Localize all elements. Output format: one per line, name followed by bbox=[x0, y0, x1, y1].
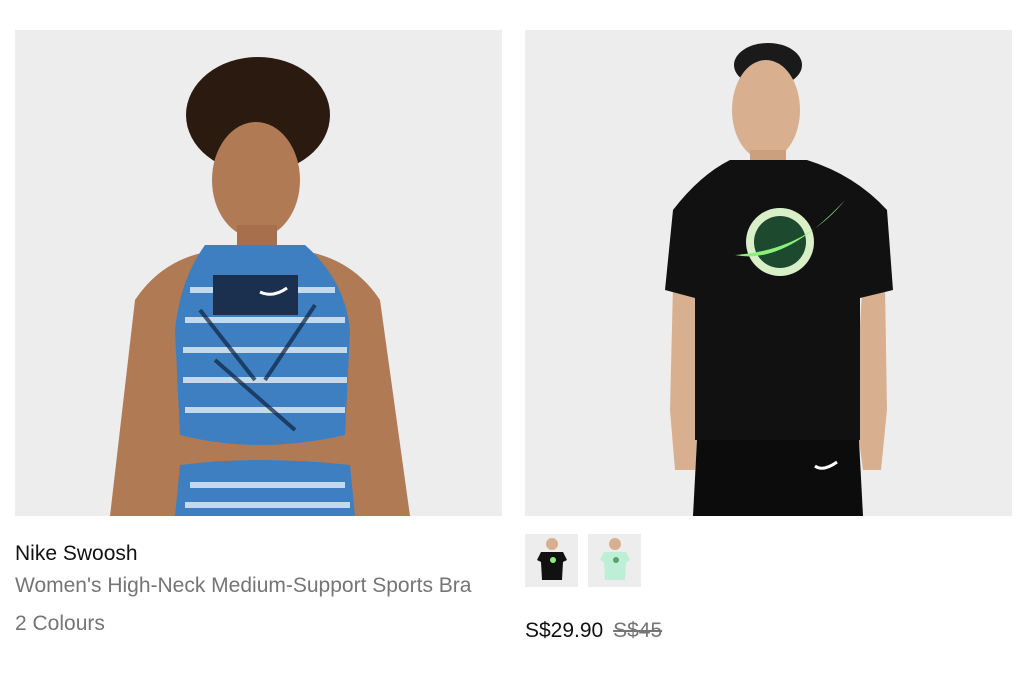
product-colour-count: 2 Colours bbox=[15, 612, 105, 635]
black-tshirt-thumbnail-image bbox=[525, 534, 578, 587]
mint-tshirt-thumbnail-image bbox=[588, 534, 641, 587]
original-price: S$45 bbox=[613, 619, 663, 642]
product-image-sports-bra[interactable] bbox=[15, 30, 502, 516]
thumbnail-black-tshirt[interactable] bbox=[525, 534, 578, 587]
product-card-tshirt[interactable]: S$29.90 S$45 bbox=[525, 30, 1012, 645]
colour-variant-thumbnails bbox=[525, 534, 1012, 587]
product-subtitle: Women's High-Neck Medium-Support Sports … bbox=[15, 574, 472, 597]
current-price: S$29.90 bbox=[525, 619, 604, 642]
tshirt-photo bbox=[525, 30, 1012, 516]
product-card-sports-bra[interactable]: Nike Swoosh Women's High-Neck Medium-Sup… bbox=[15, 30, 502, 642]
product-title[interactable]: Nike Swoosh bbox=[15, 540, 502, 568]
thumbnail-mint-tshirt[interactable] bbox=[588, 534, 641, 587]
product-image-tshirt[interactable] bbox=[525, 30, 1012, 516]
price-row: S$29.90 S$45 bbox=[525, 617, 1012, 645]
sports-bra-photo bbox=[15, 30, 502, 516]
